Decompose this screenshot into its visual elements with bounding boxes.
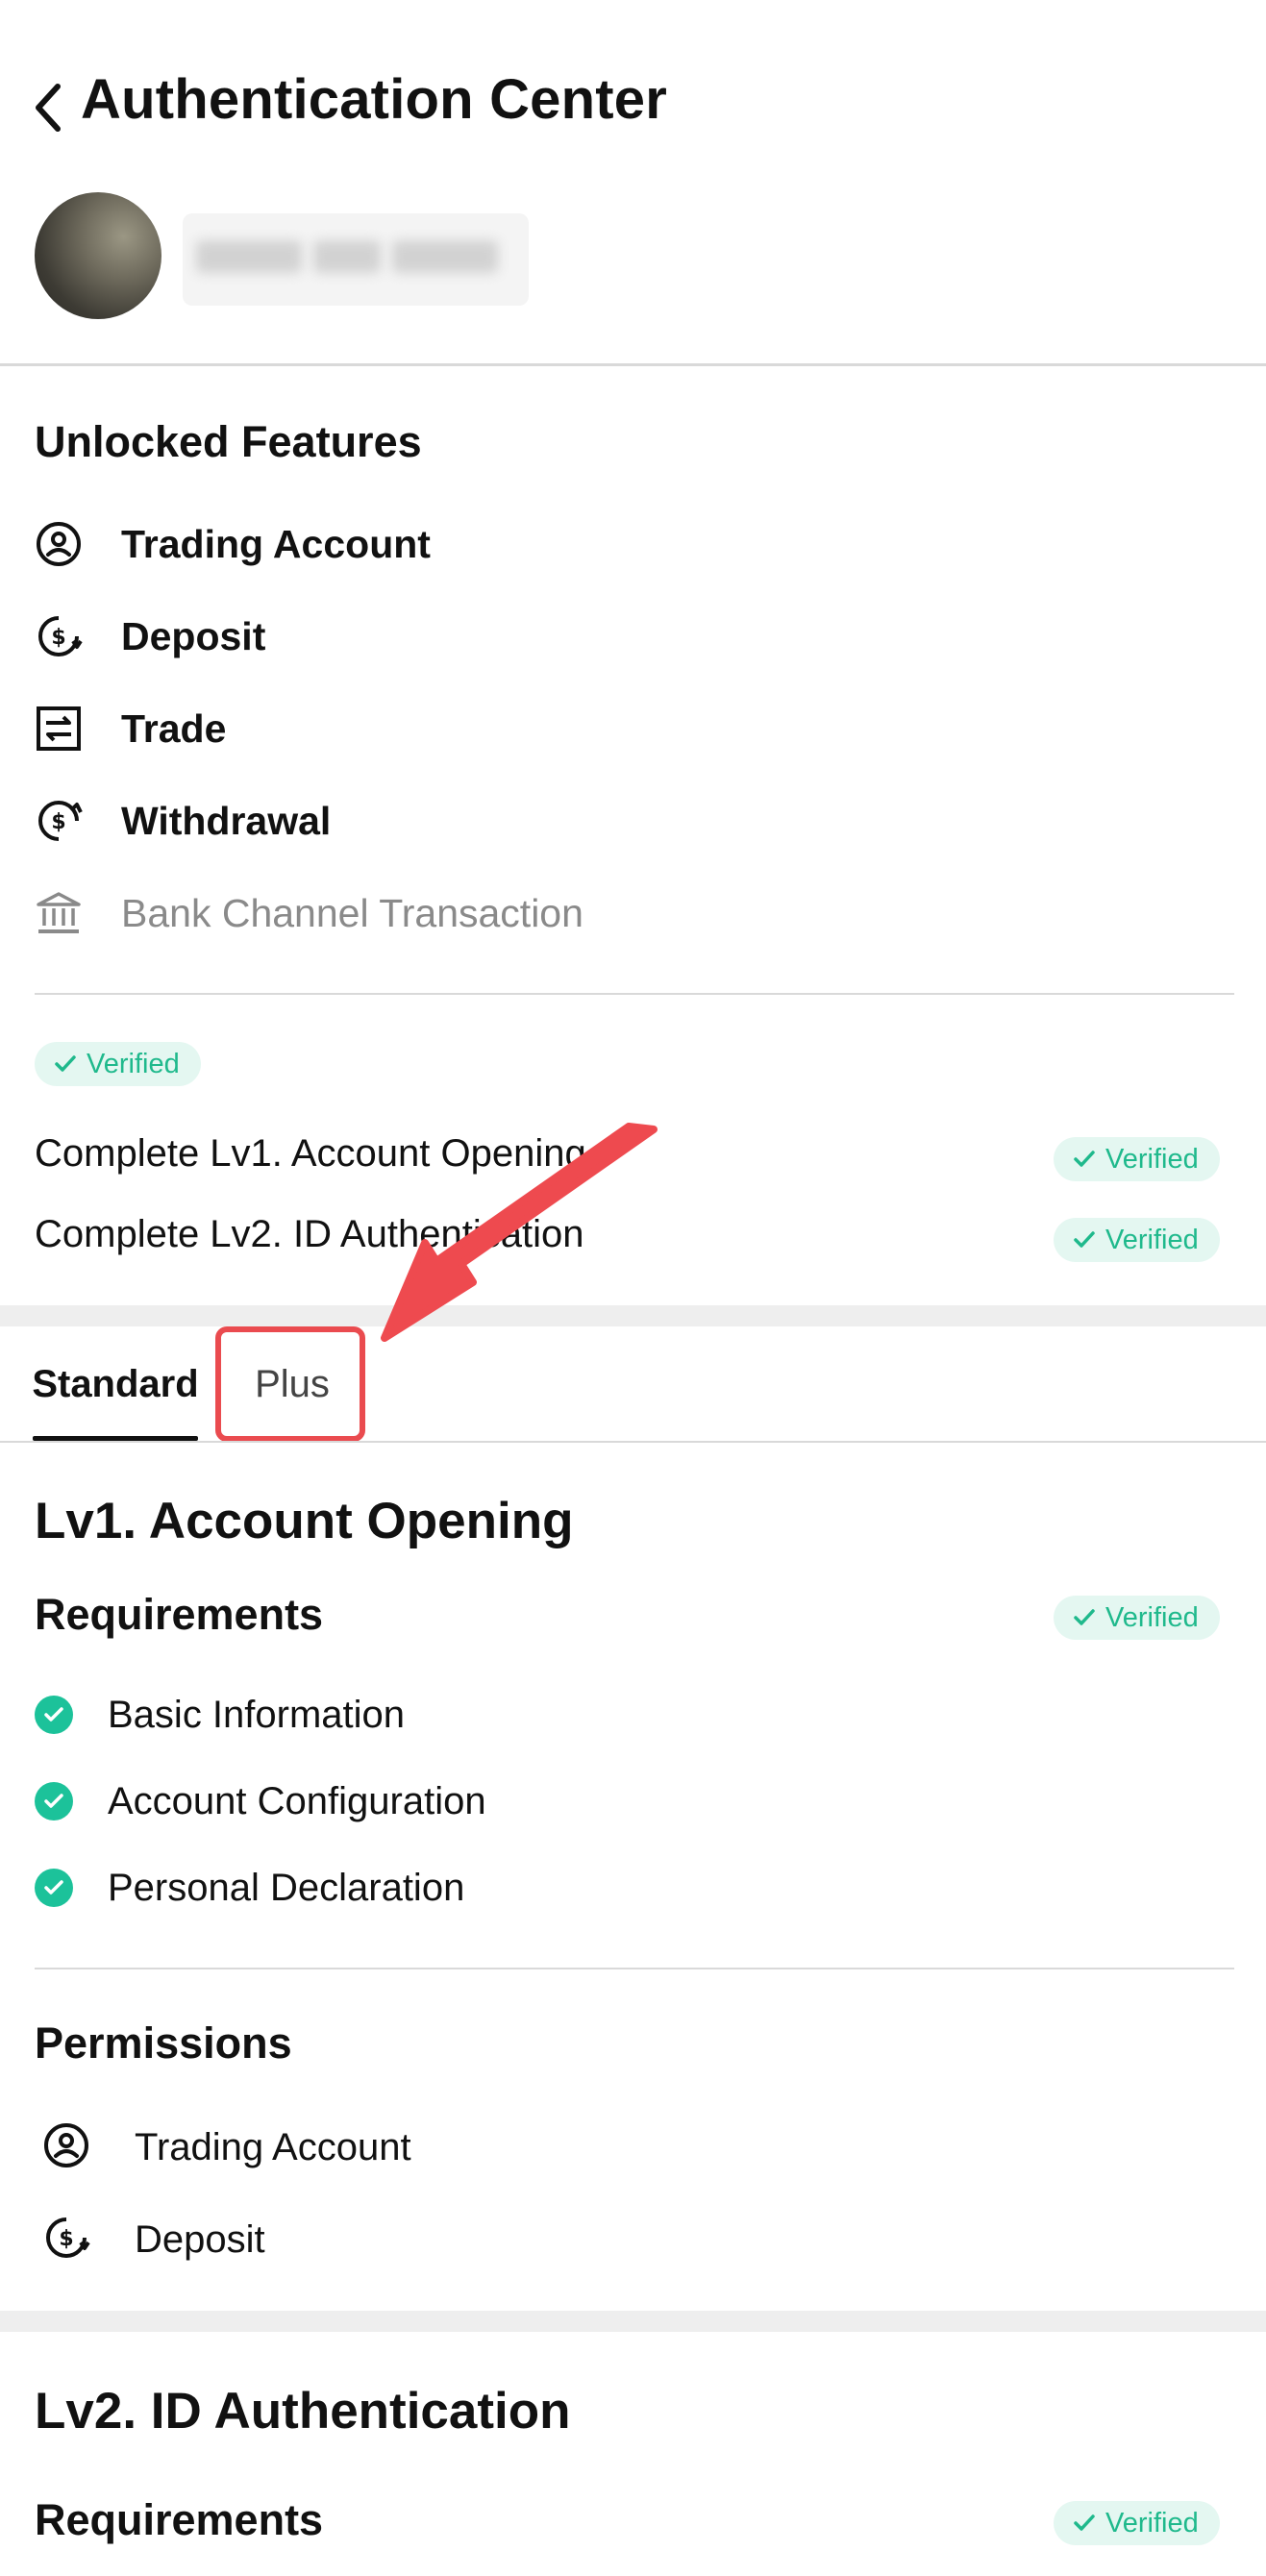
- feature-deposit: $ Deposit: [35, 607, 265, 665]
- header-divider: [0, 363, 1266, 366]
- back-button[interactable]: [29, 79, 67, 136]
- features-divider: [35, 993, 1234, 995]
- swap-icon: [35, 705, 83, 753]
- feature-trading-account: Trading Account: [35, 515, 431, 573]
- check-icon: [1074, 1151, 1095, 1167]
- requirement-item: Account Configuration: [35, 1774, 486, 1828]
- lv1-title: Lv1. Account Opening: [35, 1493, 574, 1549]
- lv2-title: Lv2. ID Authentication: [35, 2383, 571, 2440]
- avatar: [35, 192, 161, 319]
- tab-standard[interactable]: Standard: [29, 1326, 202, 1442]
- feature-label: Bank Channel Transaction: [121, 890, 583, 935]
- feature-trade: Trade: [35, 700, 226, 757]
- feature-label: Trading Account: [121, 521, 431, 566]
- check-circle-icon: [35, 1696, 73, 1734]
- feature-label: Deposit: [121, 613, 266, 658]
- user-circle-icon: [42, 2121, 90, 2174]
- requirements-divider: [35, 1968, 1234, 1969]
- feature-withdrawal: $ Withdrawal: [35, 792, 331, 850]
- check-circle-icon: [35, 1869, 73, 1907]
- check-circle-icon: [35, 1782, 73, 1821]
- requirement-item: Basic Information: [35, 1688, 405, 1742]
- step-lv1-badge: Verified: [1054, 1137, 1220, 1181]
- chevron-left-icon: [36, 84, 61, 132]
- lv1-permissions-title: Permissions: [35, 2019, 292, 2068]
- page-title: Authentication Center: [81, 68, 667, 131]
- lv2-requirements-title: Requirements: [35, 2495, 324, 2544]
- lv1-requirements-title: Requirements: [35, 1590, 324, 1639]
- user-circle-icon: [35, 520, 83, 568]
- permission-trading-account: Trading Account: [42, 2118, 411, 2176]
- dollar-in-icon: $: [42, 2214, 90, 2266]
- check-icon: [55, 1055, 76, 1072]
- step-lv2-badge: Verified: [1054, 1218, 1220, 1262]
- feature-label: Withdrawal: [121, 798, 332, 843]
- annotation-arrow: [381, 1123, 658, 1342]
- requirement-item: Personal Declaration: [35, 1861, 464, 1915]
- check-icon: [1074, 1609, 1095, 1625]
- svg-text:$: $: [51, 810, 65, 834]
- feature-bank-channel: Bank Channel Transaction: [35, 884, 583, 942]
- dollar-out-icon: $: [35, 797, 83, 845]
- bank-icon: [35, 889, 83, 937]
- user-name-redacted: [183, 213, 529, 306]
- section-separator: [0, 2311, 1266, 2332]
- svg-text:$: $: [59, 2227, 73, 2251]
- tabs-divider: [0, 1441, 1266, 1443]
- feature-label: Trade: [121, 706, 227, 751]
- check-icon: [1074, 2514, 1095, 2531]
- dollar-in-icon: $: [35, 612, 83, 660]
- permission-deposit: $ Deposit: [42, 2211, 265, 2268]
- tab-plus-highlight: [215, 1326, 365, 1442]
- unlocked-features-title: Unlocked Features: [35, 417, 422, 466]
- svg-text:$: $: [51, 626, 65, 650]
- verified-badge: Verified: [35, 1042, 201, 1086]
- lv2-requirements-badge: Verified: [1054, 2501, 1220, 2545]
- check-icon: [1074, 1231, 1095, 1248]
- lv1-requirements-badge: Verified: [1054, 1596, 1220, 1640]
